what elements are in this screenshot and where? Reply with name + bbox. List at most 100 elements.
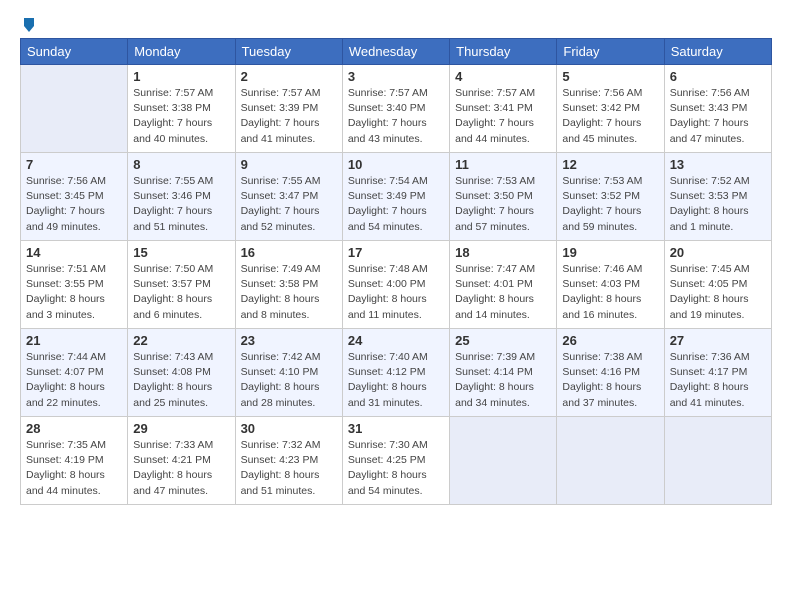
calendar-cell: 6 Sunrise: 7:56 AM Sunset: 3:43 PM Daylig… [664,65,771,153]
calendar-cell: 23 Sunrise: 7:42 AM Sunset: 4:10 PM Dayli… [235,329,342,417]
day-info: Sunrise: 7:56 AM Sunset: 3:43 PM Dayligh… [670,86,766,147]
day-number: 16 [241,245,337,260]
day-header-wednesday: Wednesday [342,39,449,65]
day-header-sunday: Sunday [21,39,128,65]
day-info: Sunrise: 7:52 AM Sunset: 3:53 PM Dayligh… [670,174,766,235]
day-info: Sunrise: 7:51 AM Sunset: 3:55 PM Dayligh… [26,262,122,323]
day-info: Sunrise: 7:53 AM Sunset: 3:50 PM Dayligh… [455,174,551,235]
day-info: Sunrise: 7:32 AM Sunset: 4:23 PM Dayligh… [241,438,337,499]
day-number: 9 [241,157,337,172]
calendar-week-row: 14 Sunrise: 7:51 AM Sunset: 3:55 PM Dayli… [21,241,772,329]
day-info: Sunrise: 7:56 AM Sunset: 3:42 PM Dayligh… [562,86,658,147]
calendar-cell: 20 Sunrise: 7:45 AM Sunset: 4:05 PM Dayli… [664,241,771,329]
calendar-cell: 27 Sunrise: 7:36 AM Sunset: 4:17 PM Dayli… [664,329,771,417]
calendar-cell: 11 Sunrise: 7:53 AM Sunset: 3:50 PM Dayli… [450,153,557,241]
calendar-week-row: 1Sunrise: 7:57 AM Sunset: 3:38 PM Daylig… [21,65,772,153]
calendar-cell: 10 Sunrise: 7:54 AM Sunset: 3:49 PM Dayli… [342,153,449,241]
calendar-cell: 31 Sunrise: 7:30 AM Sunset: 4:25 PM Dayli… [342,417,449,505]
calendar-cell [21,65,128,153]
calendar-cell [450,417,557,505]
day-header-friday: Friday [557,39,664,65]
calendar-cell: 4 Sunrise: 7:57 AM Sunset: 3:41 PM Daylig… [450,65,557,153]
calendar-cell: 3 Sunrise: 7:57 AM Sunset: 3:40 PM Daylig… [342,65,449,153]
day-info: Sunrise: 7:54 AM Sunset: 3:49 PM Dayligh… [348,174,444,235]
calendar-cell: 19 Sunrise: 7:46 AM Sunset: 4:03 PM Dayli… [557,241,664,329]
calendar-cell: 2Sunrise: 7:57 AM Sunset: 3:39 PM Daylig… [235,65,342,153]
day-number: 20 [670,245,766,260]
day-info: Sunrise: 7:47 AM Sunset: 4:01 PM Dayligh… [455,262,551,323]
day-number: 31 [348,421,444,436]
day-number: 6 [670,69,766,84]
day-info: Sunrise: 7:53 AM Sunset: 3:52 PM Dayligh… [562,174,658,235]
day-info: Sunrise: 7:35 AM Sunset: 4:19 PM Dayligh… [26,438,122,499]
calendar-week-row: 21Sunrise: 7:44 AM Sunset: 4:07 PM Dayli… [21,329,772,417]
calendar-cell: 22 Sunrise: 7:43 AM Sunset: 4:08 PM Dayli… [128,329,235,417]
day-number: 10 [348,157,444,172]
day-number: 11 [455,157,551,172]
page-header [20,16,772,30]
calendar-cell: 24 Sunrise: 7:40 AM Sunset: 4:12 PM Dayli… [342,329,449,417]
calendar-cell: 5 Sunrise: 7:56 AM Sunset: 3:42 PM Daylig… [557,65,664,153]
day-number: 25 [455,333,551,348]
day-number: 15 [133,245,229,260]
day-number: 12 [562,157,658,172]
day-number: 3 [348,69,444,84]
day-info: Sunrise: 7:49 AM Sunset: 3:58 PM Dayligh… [241,262,337,323]
day-info: Sunrise: 7:36 AM Sunset: 4:17 PM Dayligh… [670,350,766,411]
day-info: Sunrise: 7:40 AM Sunset: 4:12 PM Dayligh… [348,350,444,411]
day-number: 28 [26,421,122,436]
day-header-saturday: Saturday [664,39,771,65]
day-info: Sunrise: 7:42 AM Sunset: 4:10 PM Dayligh… [241,350,337,411]
day-number: 30 [241,421,337,436]
day-header-monday: Monday [128,39,235,65]
day-info: Sunrise: 7:57 AM Sunset: 3:40 PM Dayligh… [348,86,444,147]
day-info: Sunrise: 7:45 AM Sunset: 4:05 PM Dayligh… [670,262,766,323]
day-number: 19 [562,245,658,260]
day-number: 14 [26,245,122,260]
day-info: Sunrise: 7:55 AM Sunset: 3:46 PM Dayligh… [133,174,229,235]
calendar-cell: 14 Sunrise: 7:51 AM Sunset: 3:55 PM Dayli… [21,241,128,329]
calendar-cell: 16 Sunrise: 7:49 AM Sunset: 3:58 PM Dayli… [235,241,342,329]
day-info: Sunrise: 7:38 AM Sunset: 4:16 PM Dayligh… [562,350,658,411]
day-number: 18 [455,245,551,260]
calendar-cell: 29 Sunrise: 7:33 AM Sunset: 4:21 PM Dayli… [128,417,235,505]
calendar-cell: 8 Sunrise: 7:55 AM Sunset: 3:46 PM Daylig… [128,153,235,241]
day-info: Sunrise: 7:57 AM Sunset: 3:41 PM Dayligh… [455,86,551,147]
day-number: 24 [348,333,444,348]
day-number: 22 [133,333,229,348]
day-number: 5 [562,69,658,84]
day-info: Sunrise: 7:30 AM Sunset: 4:25 PM Dayligh… [348,438,444,499]
day-number: 29 [133,421,229,436]
calendar-cell: 18 Sunrise: 7:47 AM Sunset: 4:01 PM Dayli… [450,241,557,329]
calendar-cell: 25 Sunrise: 7:39 AM Sunset: 4:14 PM Dayli… [450,329,557,417]
day-number: 26 [562,333,658,348]
day-number: 27 [670,333,766,348]
calendar-cell: 12 Sunrise: 7:53 AM Sunset: 3:52 PM Dayli… [557,153,664,241]
day-info: Sunrise: 7:48 AM Sunset: 4:00 PM Dayligh… [348,262,444,323]
calendar-cell: 17 Sunrise: 7:48 AM Sunset: 4:00 PM Dayli… [342,241,449,329]
day-number: 2 [241,69,337,84]
day-info: Sunrise: 7:33 AM Sunset: 4:21 PM Dayligh… [133,438,229,499]
day-header-tuesday: Tuesday [235,39,342,65]
day-info: Sunrise: 7:46 AM Sunset: 4:03 PM Dayligh… [562,262,658,323]
calendar-cell: 26 Sunrise: 7:38 AM Sunset: 4:16 PM Dayli… [557,329,664,417]
day-number: 13 [670,157,766,172]
day-number: 8 [133,157,229,172]
day-number: 17 [348,245,444,260]
day-number: 21 [26,333,122,348]
calendar-cell: 7 Sunrise: 7:56 AM Sunset: 3:45 PM Daylig… [21,153,128,241]
day-info: Sunrise: 7:57 AM Sunset: 3:38 PM Dayligh… [133,86,229,147]
calendar-cell: 15Sunrise: 7:50 AM Sunset: 3:57 PM Dayli… [128,241,235,329]
day-info: Sunrise: 7:39 AM Sunset: 4:14 PM Dayligh… [455,350,551,411]
logo [20,16,36,30]
calendar-cell: 21Sunrise: 7:44 AM Sunset: 4:07 PM Dayli… [21,329,128,417]
day-number: 4 [455,69,551,84]
day-header-thursday: Thursday [450,39,557,65]
day-number: 7 [26,157,122,172]
day-info: Sunrise: 7:56 AM Sunset: 3:45 PM Dayligh… [26,174,122,235]
calendar-table: SundayMondayTuesdayWednesdayThursdayFrid… [20,38,772,505]
calendar-cell: 30 Sunrise: 7:32 AM Sunset: 4:23 PM Dayli… [235,417,342,505]
day-info: Sunrise: 7:43 AM Sunset: 4:08 PM Dayligh… [133,350,229,411]
day-number: 23 [241,333,337,348]
logo-icon [22,16,36,34]
